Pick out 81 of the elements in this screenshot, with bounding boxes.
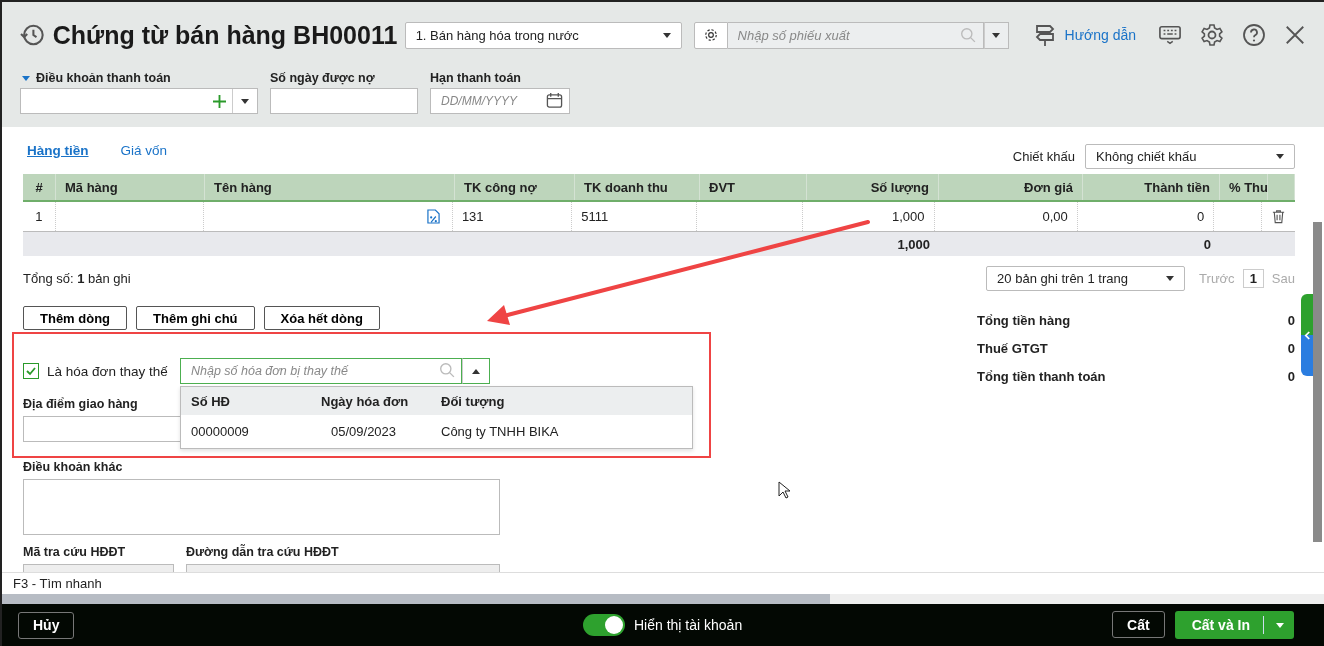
other-terms-field[interactable]	[23, 479, 500, 535]
days-field[interactable]	[270, 88, 418, 114]
mouse-cursor-icon	[778, 481, 790, 499]
dropdown-button[interactable]	[983, 21, 1009, 49]
payment-terms-field[interactable]	[20, 88, 258, 114]
page-size-select[interactable]: 20 bản ghi trên 1 trang	[986, 266, 1186, 291]
toggle-label: Hiển thị tài khoản	[634, 617, 743, 633]
toggle-switch[interactable]	[583, 614, 625, 636]
discount-label: Chiết khấu	[1012, 148, 1075, 164]
field-label: Điều khoản khác	[23, 460, 123, 476]
trash-icon[interactable]	[1271, 209, 1286, 224]
add-icon[interactable]	[213, 94, 226, 108]
calendar-icon[interactable]	[546, 92, 563, 109]
table-cell: 0	[1196, 209, 1205, 224]
tab[interactable]: Giá vốn	[120, 142, 168, 158]
column-header: Tên hàng	[205, 174, 455, 200]
discount-select[interactable]: Không chiết khấu	[1085, 143, 1295, 169]
close-icon[interactable]	[1284, 24, 1306, 46]
summary-label: Tổng tiền thanh toán	[977, 368, 1106, 384]
checkbox[interactable]	[23, 363, 39, 379]
search-icon	[959, 26, 977, 44]
column-header: Số HĐ	[191, 393, 231, 409]
settings-button[interactable]	[693, 21, 728, 49]
invoice-search-field[interactable]: Nhập số hóa đơn bị thay thế	[180, 358, 462, 384]
save-button[interactable]: Cất	[1112, 611, 1165, 638]
invoice-option[interactable]: 00000009 05/09/2023 Công ty TNHH BIKA	[181, 415, 692, 448]
field-label: Địa điểm giao hàng	[23, 397, 138, 413]
column-header: TK công nợ	[455, 174, 575, 200]
checkbox-label[interactable]: Là hóa đơn thay thế	[47, 363, 180, 379]
search-icon	[439, 362, 456, 379]
column-header: % Thu	[1220, 174, 1268, 200]
field-label: Số ngày được nợ	[270, 71, 375, 85]
table-cell: 0,00	[1042, 209, 1068, 224]
column-header: TK doanh thu	[575, 174, 700, 200]
summary-value: 0	[1287, 368, 1295, 384]
field-label: Mã tra cứu HĐĐT	[23, 545, 126, 561]
field-label: Hạn thanh toán	[430, 71, 521, 85]
table-cell: 1	[35, 209, 43, 224]
total-cell: 1,000	[897, 236, 930, 252]
chevron-left-icon	[1303, 330, 1311, 340]
field-label: Điều khoản thanh toán	[36, 71, 171, 85]
table-cell: 131	[461, 209, 484, 224]
help-icon[interactable]	[1242, 23, 1266, 47]
column-header: Số lượng	[807, 174, 939, 200]
summary-value: 0	[1287, 340, 1295, 356]
voucher-search-field[interactable]: Nhập số phiếu xuất	[727, 21, 984, 49]
field-label: Đường dẫn tra cứu HĐĐT	[186, 545, 339, 561]
summary-value: 0	[1287, 312, 1295, 328]
summary-label: Thuế GTGT	[977, 340, 1048, 356]
horizontal-scrollbar[interactable]	[2, 594, 830, 604]
summary-label: Tổng tiền hàng	[977, 312, 1071, 328]
column-header: Đối tượng	[441, 393, 505, 409]
side-panel-tab[interactable]	[1301, 294, 1313, 376]
column-header: #	[23, 174, 56, 200]
vertical-scrollbar[interactable]	[1313, 222, 1322, 542]
cancel-button[interactable]: Hủy	[18, 611, 75, 639]
record-count: Tổng số: 1 bản ghi	[23, 271, 131, 286]
table-cell: 5111	[581, 209, 609, 224]
action-button[interactable]: Thêm dòng	[23, 306, 128, 330]
column-header: ĐVT	[700, 174, 807, 200]
table-cell: 1,000	[892, 209, 925, 224]
history-icon[interactable]	[20, 22, 45, 48]
voucher-type-select[interactable]: 1. Bán hàng hóa trong nước	[404, 21, 682, 49]
total-cell: 0	[1203, 236, 1211, 252]
caret-icon[interactable]	[22, 75, 30, 81]
percent-icon[interactable]	[426, 209, 440, 224]
settings-icon[interactable]	[1200, 23, 1224, 47]
column-header: Ngày hóa đơn	[321, 393, 410, 409]
window-title: Chứng từ bán hàng BH00011	[52, 20, 399, 50]
date-field[interactable]: DD/MM/YYYY	[430, 88, 570, 114]
keyboard-icon[interactable]	[1158, 24, 1182, 46]
gear-icon	[703, 28, 718, 42]
column-header: Thành tiền	[1083, 174, 1220, 200]
action-button[interactable]: Thêm ghi chú	[136, 306, 255, 330]
page-number[interactable]: 1	[1242, 269, 1264, 288]
tab[interactable]: Hàng tiền	[27, 142, 89, 158]
action-button[interactable]: Xóa hết dòng	[263, 306, 380, 330]
dropdown-button[interactable]	[462, 358, 490, 384]
column-header: Mã hàng	[56, 174, 205, 200]
guide-link[interactable]: Hướng dẫn	[1064, 27, 1136, 43]
column-header: Đơn giá	[939, 174, 1083, 200]
